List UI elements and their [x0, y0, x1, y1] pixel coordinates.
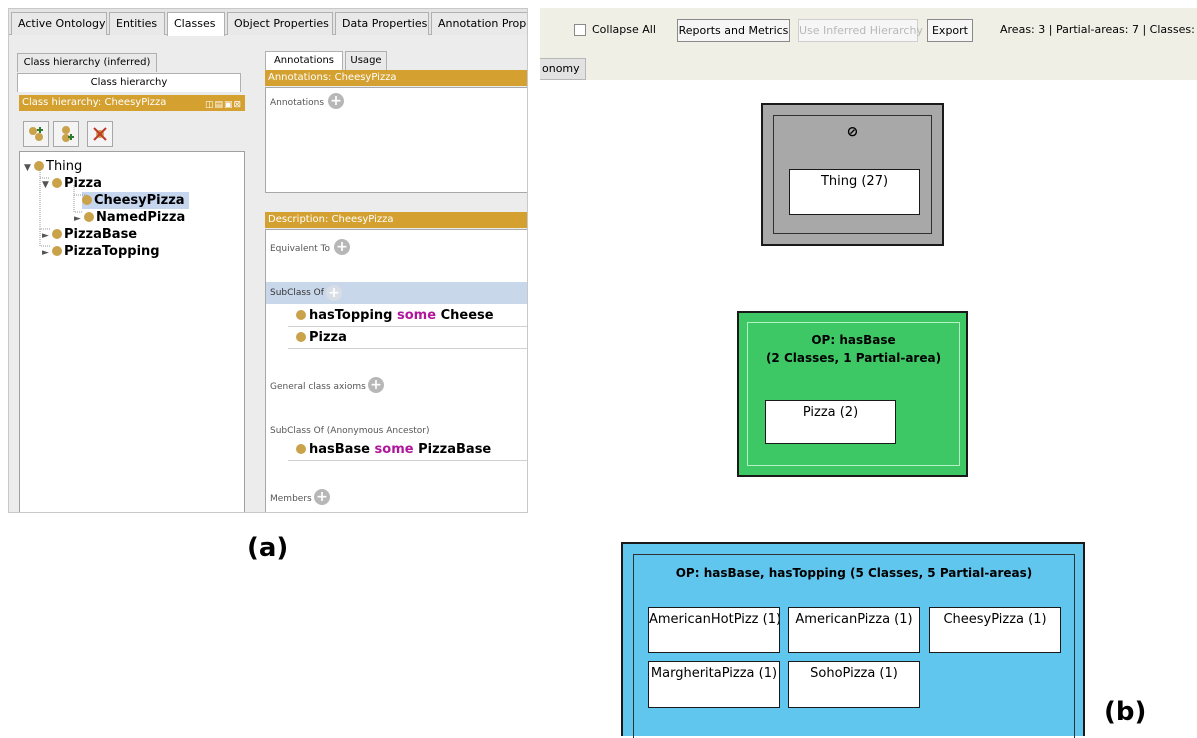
description-header: Description: CheesyPizza	[265, 212, 527, 228]
class-icon	[296, 310, 306, 320]
partial-area-americanhotpizza[interactable]: AmericanHotPizz (1)	[648, 607, 780, 653]
tab-entities[interactable]: Entities	[109, 12, 165, 35]
row-divider	[288, 326, 527, 327]
area-subtitle: (2 Classes, 1 Partial-area)	[765, 351, 942, 365]
tab-class-hierarchy[interactable]: Class hierarchy	[17, 73, 241, 92]
subclass-of-section: SubClass Of +	[266, 282, 527, 304]
add-general-axiom-icon[interactable]: +	[368, 377, 384, 393]
axiom-property: hasBase	[309, 442, 371, 457]
tree-node-label: CheesyPizza	[94, 193, 185, 208]
area-inner-frame: ⊘ Thing (27)	[773, 115, 932, 234]
class-icon	[296, 444, 306, 454]
protege-window: Active Ontology Entities Classes Object …	[8, 8, 528, 513]
area-title: OP: hasBase	[811, 333, 896, 347]
add-superclass-icon[interactable]: +	[326, 285, 342, 301]
tab-annotation-properties[interactable]: Annotation Properti	[431, 12, 527, 35]
axiom-filler: Cheese	[440, 308, 494, 323]
class-icon	[296, 332, 306, 342]
area-root[interactable]: ⊘ Thing (27)	[761, 103, 944, 246]
class-hierarchy-pane: Class hierarchy (inferred) Class hierarc…	[11, 39, 247, 512]
class-tree: ▼ Thing ▼ Pizza CheesyPizza ► NamedPizza ► P…	[19, 151, 245, 512]
subclass-of-label: SubClass Of	[270, 288, 324, 298]
caption-a: (a)	[247, 533, 289, 563]
reports-metrics-button[interactable]: Reports and Metrics	[677, 19, 790, 42]
axiom-property: hasTopping	[309, 308, 393, 323]
axiom-row[interactable]: Pizza	[296, 328, 347, 348]
axiom-row[interactable]: hasTopping some Cheese	[296, 306, 494, 326]
partial-area-cheesypizza[interactable]: CheesyPizza (1)	[929, 607, 1061, 653]
annotations-header: Annotations: CheesyPizza	[265, 70, 527, 86]
area-title: ⊘	[846, 124, 859, 140]
area-hasbase[interactable]: OP: hasBase (2 Classes, 1 Partial-area) …	[737, 311, 968, 477]
caption-b: (b)	[1104, 697, 1147, 727]
partial-area-americanpizza[interactable]: AmericanPizza (1)	[788, 607, 920, 653]
taxonomy-view: onomy Collapse All Reports and Metrics U…	[540, 0, 1197, 738]
add-sibling-icon	[62, 126, 74, 142]
partial-area-pizza[interactable]: Pizza (2)	[765, 400, 896, 444]
add-annotation-icon[interactable]: +	[328, 93, 344, 109]
export-button[interactable]: Export	[927, 19, 973, 42]
subclass-anonymous-ancestor-label: SubClass Of (Anonymous Ancestor)	[270, 426, 430, 436]
tree-node-label: NamedPizza	[96, 210, 186, 225]
tab-taxonomy[interactable]: onomy	[540, 58, 586, 80]
area-hasbase-hastopping[interactable]: OP: hasBase, hasTopping (5 Classes, 5 Pa…	[621, 542, 1085, 738]
add-subclass-button[interactable]	[23, 121, 49, 147]
general-class-axioms-label: General class axioms	[270, 382, 366, 392]
taxonomy-tab-bar	[540, 58, 1197, 80]
axiom-keyword: some	[374, 442, 414, 457]
tab-active-ontology[interactable]: Active Ontology	[11, 12, 107, 35]
class-hierarchy-header: Class hierarchy: CheesyPizza ◫▤▣⊠	[19, 95, 245, 111]
area-title: OP: hasBase, hasTopping (5 Classes, 5 Pa…	[675, 566, 1033, 580]
delete-class-icon	[93, 127, 107, 141]
add-equivalent-icon[interactable]: +	[334, 239, 350, 255]
partial-area-thing[interactable]: Thing (27)	[789, 169, 920, 215]
description-box: Equivalent To + SubClass Of + hasTopping…	[265, 229, 527, 512]
delete-class-button[interactable]	[87, 121, 113, 147]
use-inferred-hierarchy-button[interactable]: Use Inferred Hierarchy	[798, 19, 923, 42]
tab-annotations[interactable]: Annotations	[265, 51, 343, 70]
partial-area-margheritapizza[interactable]: MargheritaPizza (1)	[648, 661, 780, 708]
row-divider	[288, 460, 527, 461]
class-description-pane: Annotations Usage Annotations: CheesyPiz…	[257, 51, 527, 512]
collapse-all-checkbox[interactable]	[574, 24, 586, 36]
annotations-box: Annotations +	[265, 87, 527, 193]
top-tab-bar: Active Ontology Entities Classes Object …	[9, 9, 527, 36]
tab-object-properties[interactable]: Object Properties	[227, 12, 333, 35]
axiom-row[interactable]: hasBase some PizzaBase	[296, 440, 491, 460]
area-inner-frame: OP: hasBase, hasTopping (5 Classes, 5 Pa…	[633, 554, 1075, 738]
tab-usage[interactable]: Usage	[345, 51, 387, 70]
tab-data-properties[interactable]: Data Properties	[335, 12, 429, 35]
equivalent-to-label: Equivalent To	[270, 244, 331, 254]
partial-area-sohopizza[interactable]: SohoPizza (1)	[788, 661, 920, 708]
area-inner-frame: OP: hasBase (2 Classes, 1 Partial-area) …	[747, 322, 960, 466]
taxonomy-stats: Areas: 3 | Partial-areas: 7 | Classes: 3…	[1000, 23, 1197, 36]
add-member-icon[interactable]: +	[314, 489, 330, 505]
tab-classes[interactable]: Classes	[167, 12, 225, 36]
view-controls-icon[interactable]: ◫▤▣⊠	[205, 97, 242, 111]
add-subclass-icon	[29, 127, 43, 141]
tab-class-hierarchy-inferred[interactable]: Class hierarchy (inferred)	[17, 53, 157, 72]
annotations-label: Annotations	[270, 98, 325, 108]
collapse-all-label: Collapse All	[592, 23, 656, 36]
row-divider	[288, 348, 527, 349]
members-label: Members	[270, 494, 312, 504]
header-title: Class hierarchy: CheesyPizza	[22, 97, 167, 108]
axiom-filler: PizzaBase	[418, 442, 492, 457]
axiom-property: Pizza	[309, 330, 347, 345]
tree-connector-lines	[39, 168, 88, 247]
axiom-keyword: some	[397, 308, 437, 323]
add-sibling-button[interactable]	[53, 121, 79, 147]
